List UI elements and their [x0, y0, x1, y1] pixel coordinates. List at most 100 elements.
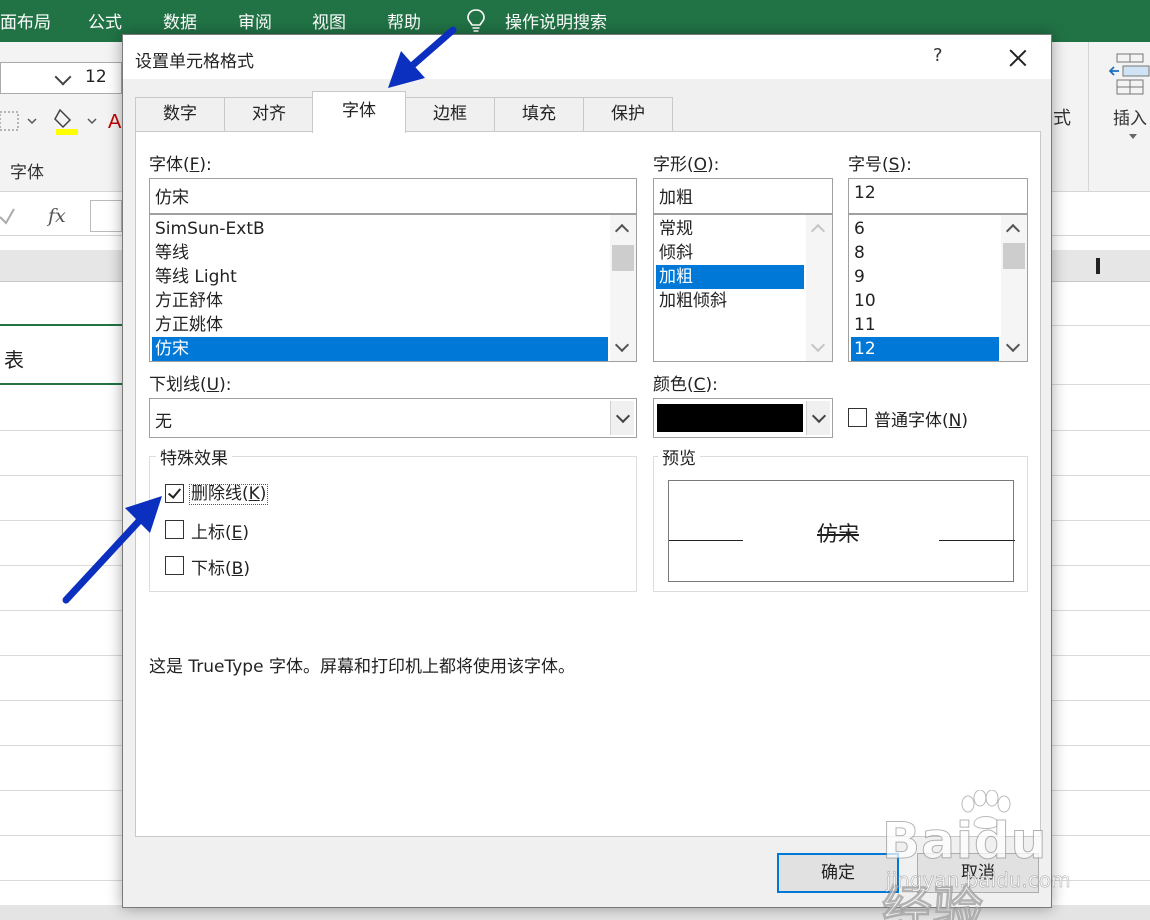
subscript-label: 下标(B) [191, 559, 250, 579]
font-name-list[interactable]: SimSun-ExtB 等线 等线 Light 方正舒体 方正姚体 仿宋 [149, 214, 637, 362]
list-item[interactable]: 加粗倾斜 [656, 289, 804, 313]
underline-value: 无 [155, 412, 172, 432]
border-icon[interactable] [0, 111, 37, 131]
scroll-down-icon[interactable] [1005, 337, 1021, 353]
underline-select[interactable]: 无 [149, 398, 637, 438]
scroll-up-icon[interactable] [614, 223, 630, 239]
list-item-selected[interactable]: 12 [851, 337, 999, 361]
formula-input[interactable] [90, 200, 122, 232]
preview-baseline-left [669, 540, 743, 541]
tab-font[interactable]: 字体 [312, 91, 406, 133]
color-swatch [657, 404, 803, 432]
tab-fill[interactable]: 填充 [494, 97, 584, 131]
ribbon-tab-data[interactable]: 数据 [163, 8, 197, 33]
font-style-scrollbar[interactable] [806, 215, 832, 361]
normal-font-label: 普通字体(N) [874, 411, 968, 431]
tab-number[interactable]: 数字 [135, 97, 225, 131]
ribbon-tab-view[interactable]: 视图 [312, 8, 346, 33]
insert-label: 插入 [1113, 109, 1147, 129]
list-item[interactable]: 倾斜 [656, 241, 804, 265]
fill-color-icon[interactable] [54, 108, 97, 135]
font-size-combo[interactable]: 12 [0, 62, 122, 94]
color-label: 颜色(C): [653, 375, 718, 395]
list-item-selected[interactable]: 仿宋 [152, 337, 608, 361]
font-size-scrollbar[interactable] [1001, 215, 1027, 361]
scroll-thumb[interactable] [1003, 243, 1025, 269]
list-item-selected[interactable]: 加粗 [656, 265, 804, 289]
lightbulb-icon [467, 9, 485, 32]
strikethrough-checkbox[interactable] [165, 484, 184, 503]
font-group-label: 字体 [10, 163, 44, 183]
effects-group-title: 特殊效果 [156, 444, 232, 469]
chevron-down-icon [1129, 134, 1137, 139]
ribbon-tab-formulas[interactable]: 公式 [88, 8, 122, 33]
scroll-up-icon[interactable] [1005, 223, 1021, 239]
ribbon-tab-review[interactable]: 审阅 [238, 8, 272, 33]
color-select[interactable] [653, 398, 833, 438]
preview-box: 仿宋 [668, 480, 1015, 582]
selected-cell-border [0, 383, 122, 385]
column-marker-icon [1096, 258, 1100, 274]
cell-text[interactable]: 表 [4, 344, 24, 373]
list-item[interactable]: 6 [851, 217, 999, 241]
font-style-input[interactable]: 加粗 [653, 178, 833, 214]
font-info-text: 这是 TrueType 字体。屏幕和打印机上都将使用该字体。 [149, 657, 575, 677]
preview-baseline-right [939, 540, 1015, 541]
format-group-label: 式 [1053, 108, 1071, 129]
insert-button[interactable]: 插入 [1088, 42, 1150, 192]
scroll-up-icon[interactable] [810, 223, 826, 239]
chevron-down-icon[interactable] [806, 401, 830, 435]
list-item[interactable]: SimSun-ExtB [152, 217, 608, 241]
list-item[interactable]: 方正舒体 [152, 289, 608, 313]
enter-check-icon[interactable] [0, 206, 20, 226]
font-tab-panel: 字体(F): 仿宋 SimSun-ExtB 等线 等线 Light 方正舒体 方… [135, 131, 1041, 837]
dialog-title: 设置单元格格式 [135, 52, 254, 72]
font-color-icon[interactable]: A [108, 111, 122, 133]
baidu-jingyan-watermark: Baidu经验 jingyan.baidu.com [880, 790, 1095, 920]
scroll-down-icon[interactable] [810, 337, 826, 353]
scroll-down-icon[interactable] [614, 337, 630, 353]
list-item[interactable]: 等线 Light [152, 265, 608, 289]
underline-label: 下划线(U): [149, 375, 232, 395]
chevron-down-icon[interactable] [610, 401, 634, 435]
list-item[interactable]: 11 [851, 313, 999, 337]
font-style-list[interactable]: 常规 倾斜 加粗 加粗倾斜 [653, 214, 833, 362]
normal-font-checkbox[interactable] [848, 408, 867, 427]
svg-text:A: A [108, 111, 122, 133]
tab-border[interactable]: 边框 [405, 97, 495, 131]
superscript-checkbox[interactable] [165, 520, 184, 539]
font-size-value: 12 [85, 67, 107, 87]
font-style-label: 字形(O): [653, 155, 720, 175]
list-item[interactable]: 方正姚体 [152, 313, 608, 337]
ribbon-tab-page-layout[interactable]: 面布局 [0, 8, 51, 33]
scroll-thumb[interactable] [612, 245, 634, 271]
tab-alignment[interactable]: 对齐 [224, 97, 314, 131]
subscript-checkbox[interactable] [165, 556, 184, 575]
font-size-label: 字号(S): [848, 155, 912, 175]
font-size-list[interactable]: 6 8 9 10 11 12 [848, 214, 1028, 362]
chevron-down-icon[interactable] [54, 68, 72, 86]
close-icon[interactable] [1001, 41, 1035, 75]
insert-function-icon[interactable]: fx [48, 205, 66, 227]
font-label: 字体(F): [149, 155, 212, 175]
font-name-input[interactable]: 仿宋 [149, 178, 637, 214]
selected-cell-border [0, 324, 122, 326]
dialog-titlebar[interactable]: 设置单元格格式 ? [123, 35, 1051, 79]
checkmark-icon [167, 485, 182, 499]
strikethrough-label: 删除线(K) [189, 484, 269, 505]
tab-protection[interactable]: 保护 [583, 97, 673, 131]
list-item[interactable]: 等线 [152, 241, 608, 265]
font-size-input[interactable]: 12 [848, 178, 1028, 214]
list-item[interactable]: 常规 [656, 217, 804, 241]
help-button[interactable]: ? [933, 45, 943, 66]
ribbon-tab-help[interactable]: 帮助 [387, 8, 421, 33]
list-item[interactable]: 9 [851, 265, 999, 289]
tell-me-search[interactable]: 操作说明搜索 [505, 8, 607, 33]
list-item[interactable]: 10 [851, 289, 999, 313]
insert-cells-icon [1109, 53, 1150, 95]
list-item[interactable]: 8 [851, 241, 999, 265]
preview-group-title: 预览 [658, 444, 700, 469]
superscript-label: 上标(E) [191, 523, 250, 543]
font-list-scrollbar[interactable] [610, 215, 636, 361]
preview-text: 仿宋 [817, 522, 859, 546]
